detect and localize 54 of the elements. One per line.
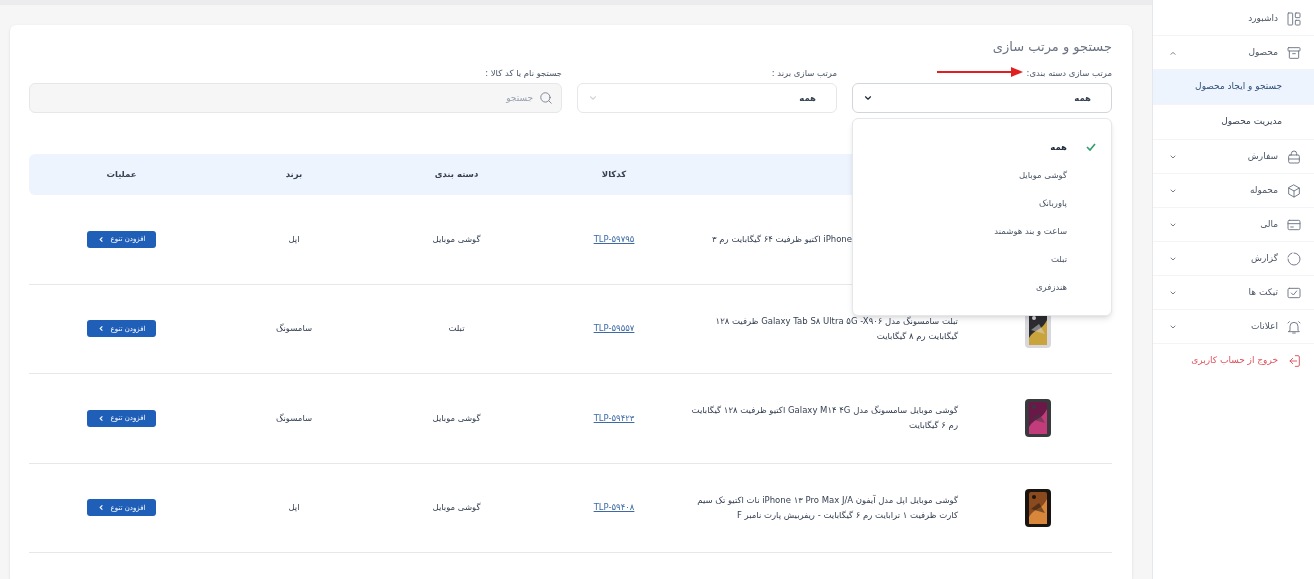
product-name: iPhone اکتیو ظرفیت ۶۴ گیگابایت رم ۳ [711, 232, 853, 246]
dropdown-option[interactable]: همه [853, 133, 1111, 161]
table-cell-text: اپل [287, 232, 301, 246]
column-header: عملیات [105, 168, 138, 181]
box-icon [1286, 44, 1302, 61]
chevron-left-icon [97, 235, 105, 243]
dropdown-option[interactable]: پاوربانک [853, 189, 1111, 217]
dropdown-option[interactable]: هندزفری [853, 273, 1111, 301]
dropdown-option[interactable]: ساعت و بند هوشمند [853, 217, 1111, 245]
grid-icon [1286, 10, 1302, 27]
chevron-left-icon [97, 414, 105, 422]
product-name: گوشی موبایل اپل مدل آیفون iPhone ۱۳ Pro Max J/A نات اکتیو تک سیم کارت ظرفیت ۱ ترابایت رم ۶ گیگابایت - ریفربیش پارت نامبر F [696, 493, 959, 522]
field-label: مرتب سازی دسته بندی: [1026, 66, 1112, 80]
table-cell-text: سامسونگ [274, 411, 314, 425]
sidebar-item[interactable]: خروج از حساب کاربری [1153, 344, 1314, 378]
sidebar-item[interactable]: داشبورد [1153, 2, 1314, 36]
sidebar-item[interactable]: مالی [1153, 208, 1314, 242]
bag-icon [1286, 148, 1302, 165]
table-cell-text: اپل [287, 501, 301, 515]
product-code-link[interactable]: TLP-۵۹۴۲۳ [593, 411, 635, 425]
table-cell-text: گوشی موبایل [431, 501, 482, 515]
product-code-link[interactable]: TLP-۵۹۷۹۵ [593, 232, 635, 246]
product-name: تبلت سامسونگ مدل Galaxy Tab S۸ Ultra ۵G -X۹۰۶ ظرفیت ۱۲۸ گیگابایت رم ۸ گیگابایت [714, 314, 959, 343]
chevron-left-icon [97, 325, 105, 333]
chevron-left-icon [97, 504, 105, 512]
bell-icon [1286, 318, 1302, 335]
search-icon [539, 91, 553, 105]
field-label: جستجو نام یا کد کالا : [485, 66, 562, 80]
sidebar-item[interactable]: محموله [1153, 174, 1314, 208]
field-label: مرتب سازی برند : [771, 66, 837, 80]
cube-icon [1286, 182, 1302, 199]
sidebar-item[interactable]: گزارش [1153, 242, 1314, 276]
table-cell-text: سامسونگ [274, 322, 314, 336]
table-cell-text: گوشی موبایل [431, 232, 482, 246]
product-code-link[interactable]: TLP-۵۹۴۰۸ [593, 501, 635, 515]
select-field[interactable]: همه [577, 83, 837, 113]
sidebar-item[interactable]: اعلانات [1153, 310, 1314, 344]
sidebar-item[interactable]: سفارش [1153, 140, 1314, 174]
sidebar-item[interactable]: تیکت ها [1153, 276, 1314, 310]
dropdown-option[interactable]: تبلت [853, 245, 1111, 273]
panel-title: جستجو و مرتب سازی [992, 38, 1112, 57]
search-field[interactable]: جستجو [29, 83, 562, 113]
select-field[interactable]: همه [852, 83, 1112, 113]
sidebar-subitem[interactable]: جستجو و ایجاد محصول [1153, 70, 1314, 105]
product-code-link[interactable]: TLP-۵۹۵۵۷ [593, 322, 635, 336]
dropdown-option[interactable]: گوشی موبایل [853, 161, 1111, 189]
column-header: برند [284, 168, 304, 181]
product-name: گوشی موبایل سامسونگ مدل Galaxy M۱۴ ۴G اکتیو ظرفیت ۱۲۸ گیگابایت رم ۶ گیگابایت [690, 404, 959, 433]
ring-icon [1286, 250, 1302, 267]
table-cell-text: تبلت [447, 322, 466, 336]
table-cell-text: گوشی موبایل [431, 411, 482, 425]
sidebar-subitem[interactable]: مدیریت محصول [1153, 105, 1314, 140]
column-header: کدکالا [600, 168, 628, 181]
column-header: دسته بندی [433, 168, 480, 181]
